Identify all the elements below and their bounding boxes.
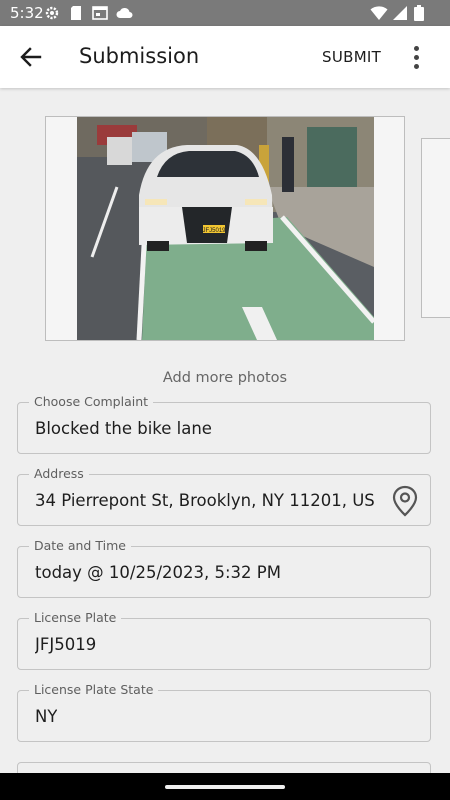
next-photo-card[interactable] (421, 138, 450, 318)
address-label: Address (29, 466, 89, 481)
address-value: 34 Pierrepont St, Brooklyn, NY 11201, US… (35, 491, 375, 510)
signal-icon (392, 5, 408, 26)
date-time-field[interactable]: Date and Time today @ 10/25/2023, 5:32 P… (17, 538, 431, 598)
date-time-label: Date and Time (29, 538, 131, 553)
plate-state-field[interactable]: License Plate State NY (17, 682, 431, 742)
address-field[interactable]: Address 34 Pierrepont St, Brooklyn, NY 1… (17, 466, 431, 526)
page-title: Submission (79, 44, 200, 68)
status-bar: 5:32 (0, 0, 450, 26)
photo-card[interactable]: JFJ5019 (45, 116, 405, 341)
license-plate-field[interactable]: License Plate JFJ5019 (17, 610, 431, 670)
add-more-photos-button[interactable]: Add more photos (0, 370, 450, 386)
arrow-back-icon[interactable] (18, 45, 44, 69)
license-plate-label: License Plate (29, 610, 122, 625)
settings-icon (44, 5, 60, 26)
cloud-icon (116, 5, 134, 26)
calendar-icon (92, 5, 108, 26)
top-app-bar: Submission SUBMIT (0, 26, 450, 88)
sd-card-icon (70, 5, 82, 26)
location-pin-icon[interactable] (390, 485, 420, 517)
battery-icon (414, 5, 424, 26)
license-plate-value: JFJ5019 (35, 635, 97, 654)
home-gesture-handle[interactable] (165, 785, 285, 789)
wifi-icon (370, 5, 388, 26)
complaint-field[interactable]: Choose Complaint Blocked the bike lane (17, 394, 431, 454)
date-time-value: today @ 10/25/2023, 5:32 PM (35, 563, 281, 582)
status-time: 5:32 (10, 4, 44, 22)
license-plate-text: JFJ5019 (202, 228, 226, 234)
plate-state-label: License Plate State (29, 682, 159, 697)
complaint-value: Blocked the bike lane (35, 419, 212, 438)
plate-state-value: NY (35, 707, 58, 726)
complaint-label: Choose Complaint (29, 394, 154, 409)
system-nav-bar (0, 773, 450, 800)
submission-photo: JFJ5019 (77, 117, 374, 340)
submit-button[interactable]: SUBMIT (316, 46, 387, 68)
more-vert-icon[interactable] (408, 44, 424, 70)
